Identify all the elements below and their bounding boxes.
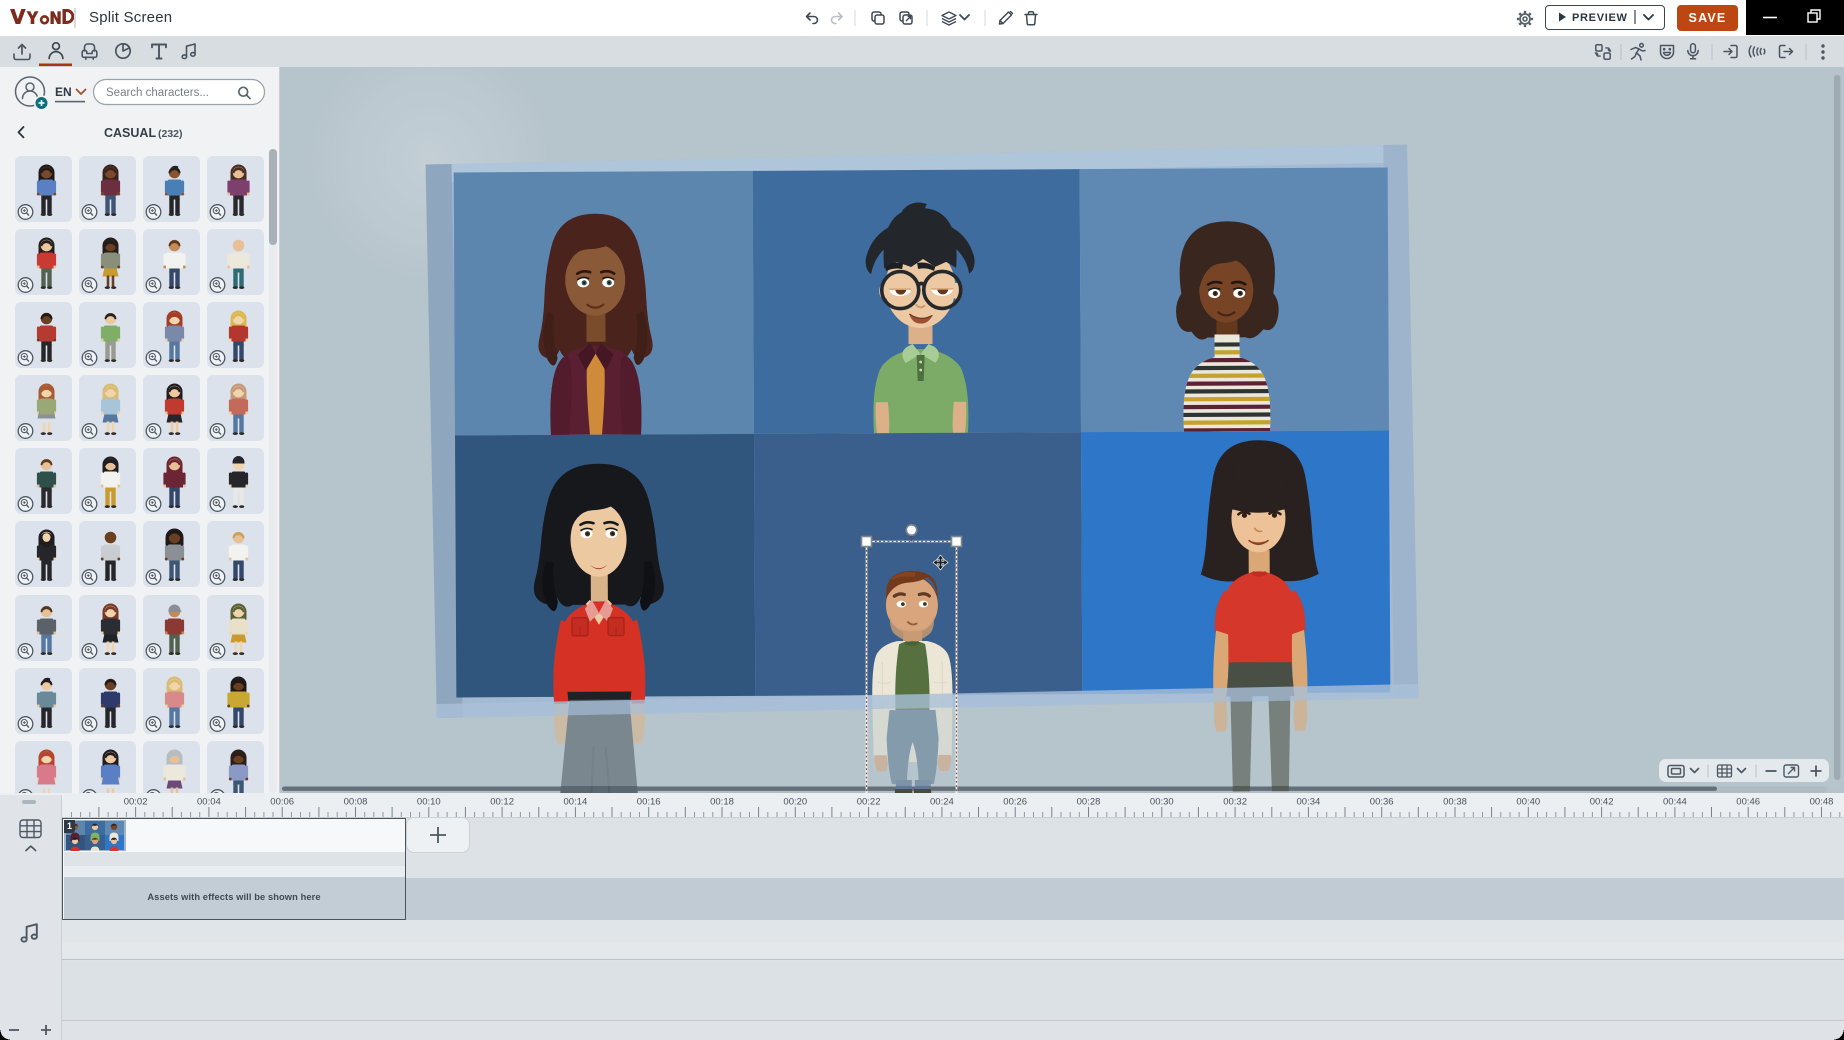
svg-text:00:04: 00:04 [197,797,221,808]
svg-text:00:08: 00:08 [344,797,368,808]
svg-text:00:40: 00:40 [1516,797,1540,808]
svg-text:00:28: 00:28 [1077,797,1101,808]
svg-text:00:06: 00:06 [270,797,294,808]
svg-text:00:26: 00:26 [1003,797,1027,808]
svg-text:00:48: 00:48 [1810,797,1834,808]
svg-text:00:36: 00:36 [1370,797,1394,808]
svg-text:00:44: 00:44 [1663,797,1687,808]
svg-text:00:18: 00:18 [710,797,734,808]
svg-text:00:16: 00:16 [637,797,661,808]
svg-text:00:46: 00:46 [1736,797,1760,808]
svg-text:00:14: 00:14 [564,797,588,808]
svg-text:CASUAL: CASUAL [104,126,156,140]
svg-text:00:38: 00:38 [1443,797,1467,808]
svg-text:EN: EN [55,85,72,99]
svg-text:(232): (232) [158,128,183,140]
svg-text:00:20: 00:20 [783,797,807,808]
svg-text:00:10: 00:10 [417,797,441,808]
svg-text:00:24: 00:24 [930,797,954,808]
svg-text:00:42: 00:42 [1590,797,1614,808]
svg-text:Search characters...: Search characters... [106,87,209,99]
svg-text:00:30: 00:30 [1150,797,1174,808]
svg-text:00:32: 00:32 [1223,797,1247,808]
svg-text:00:02: 00:02 [124,797,148,808]
svg-text:00:34: 00:34 [1297,797,1321,808]
svg-text:00:22: 00:22 [857,797,881,808]
svg-text:00:12: 00:12 [490,797,514,808]
